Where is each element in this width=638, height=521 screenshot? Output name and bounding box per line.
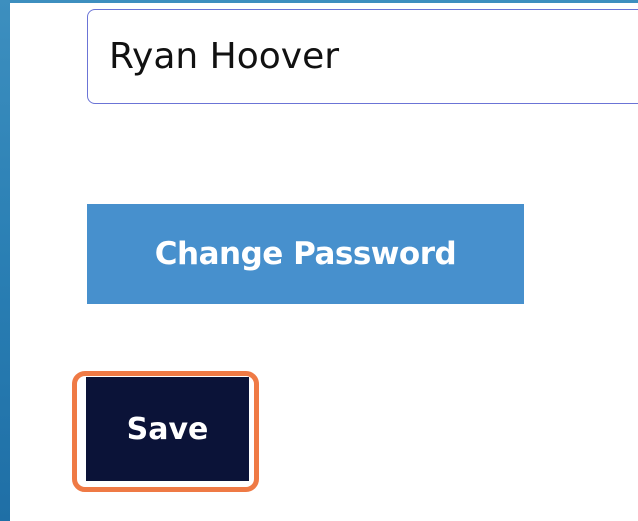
change-password-button[interactable]: Change Password — [87, 204, 524, 304]
save-button[interactable]: Save — [86, 377, 249, 481]
settings-panel: Change Password Save — [10, 3, 638, 521]
name-field[interactable] — [87, 9, 638, 104]
